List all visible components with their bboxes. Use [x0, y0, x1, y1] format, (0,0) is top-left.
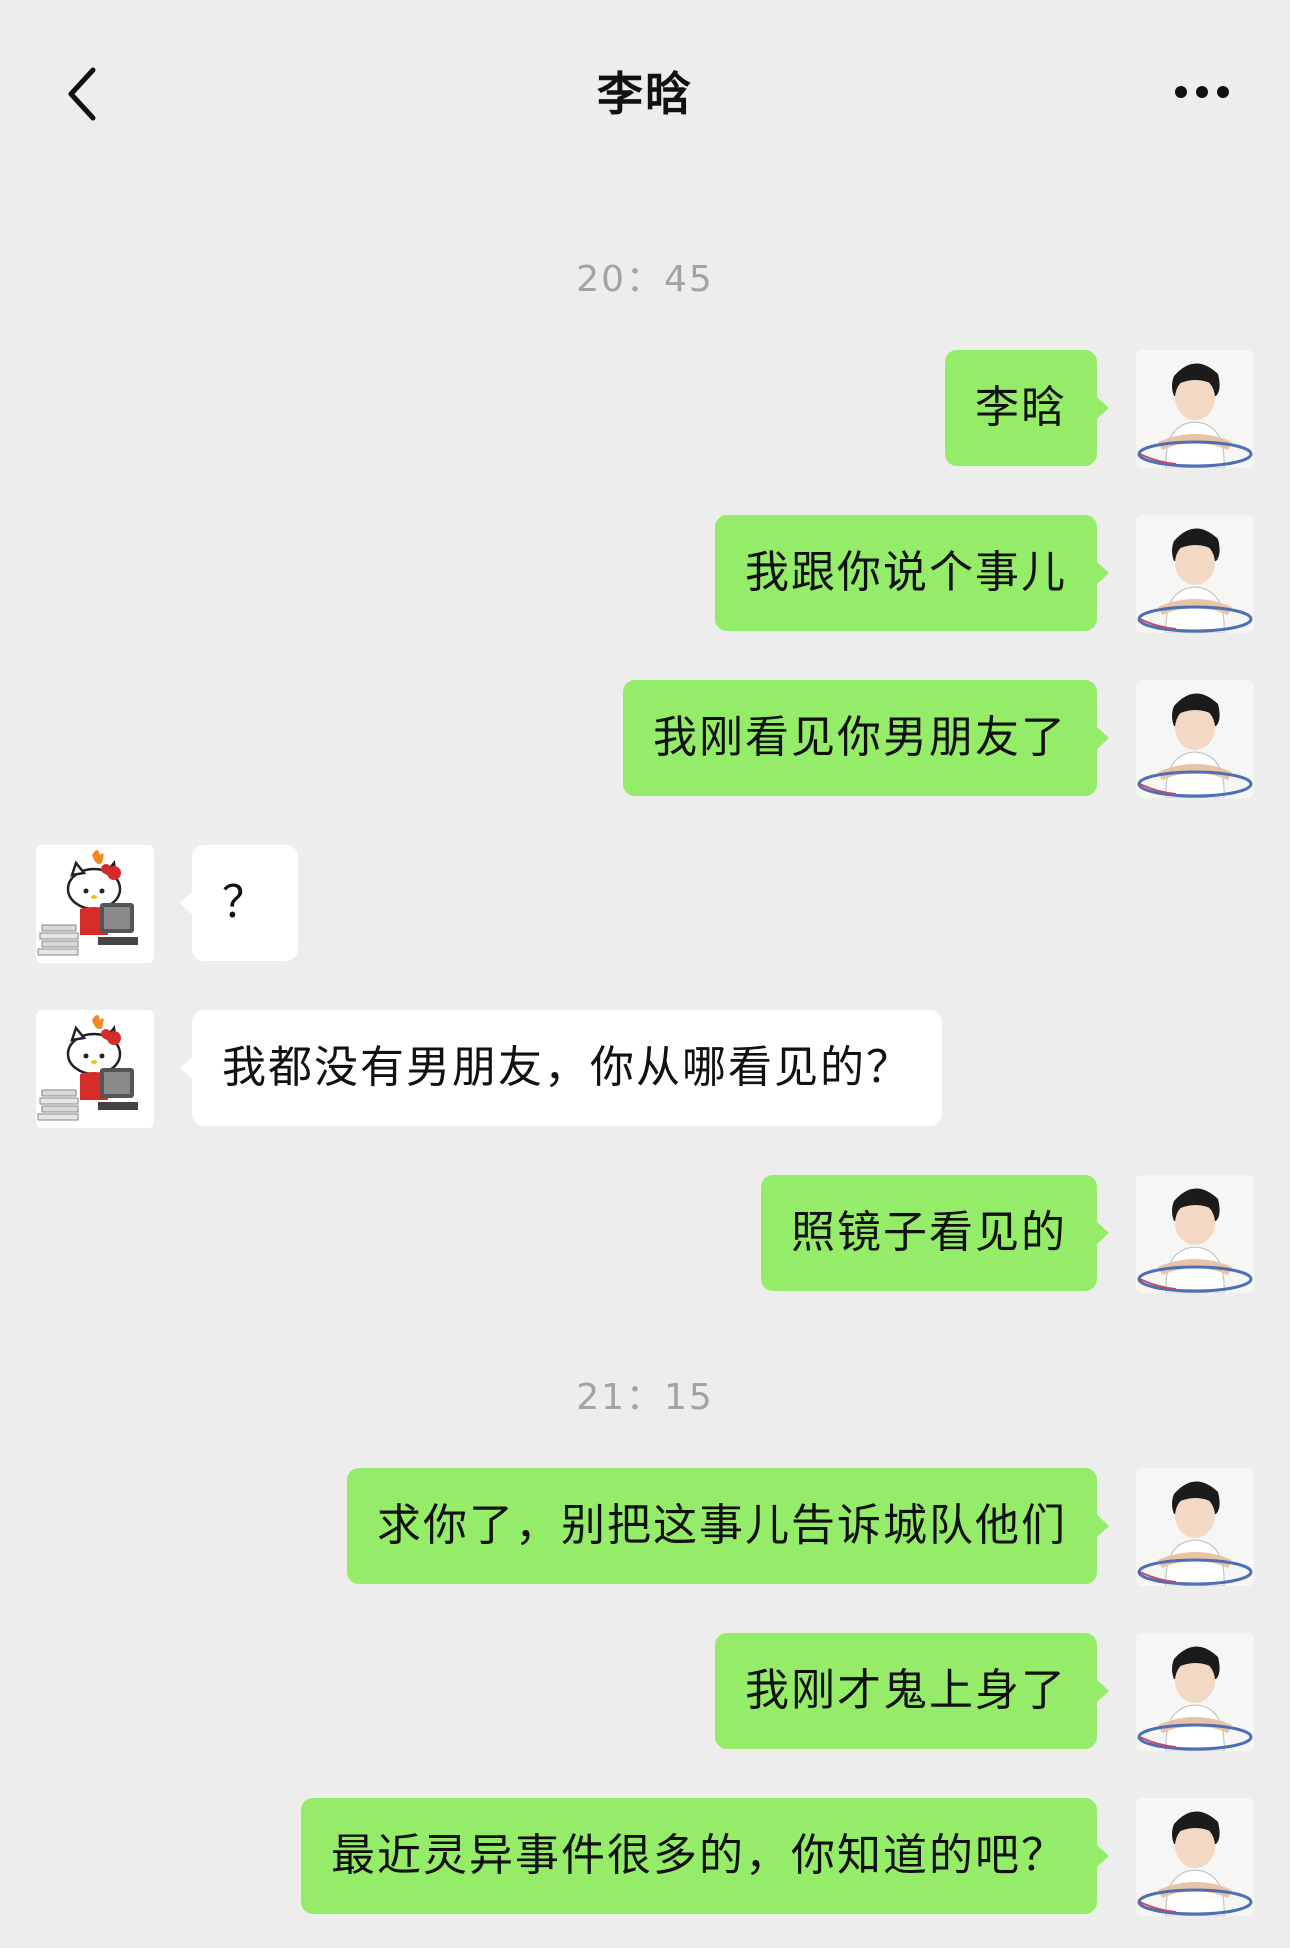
message-bubble-sent[interactable]: 最近灵异事件很多的，你知道的吧？	[301, 1798, 1109, 1914]
message-bubble-sent[interactable]: 我刚看见你男朋友了	[623, 680, 1109, 796]
my-avatar[interactable]	[1136, 1798, 1254, 1916]
message-row-sent: 照镜子看见的	[0, 1175, 1290, 1293]
contact-avatar[interactable]	[36, 1010, 154, 1128]
message-row-sent: 最近灵异事件很多的，你知道的吧？	[0, 1798, 1290, 1916]
message-bubble-sent[interactable]: 照镜子看见的	[761, 1175, 1109, 1291]
my-avatar[interactable]	[1136, 350, 1254, 468]
timestamp: 20：45	[576, 259, 714, 300]
boy-avatar-icon	[1137, 1188, 1253, 1293]
message-row-sent: 李晗	[0, 350, 1290, 468]
boy-avatar-icon	[1137, 363, 1253, 468]
message-row-sent: 我刚才鬼上身了	[0, 1633, 1290, 1751]
chat-header: 李晗	[0, 0, 1290, 190]
more-button[interactable]	[1172, 72, 1232, 112]
message-bubble-sent[interactable]: 求你了，别把这事儿告诉城队他们	[347, 1468, 1109, 1584]
boy-avatar-icon	[1137, 1811, 1253, 1916]
message-bubble-sent[interactable]: 李晗	[945, 350, 1109, 466]
my-avatar[interactable]	[1136, 1633, 1254, 1751]
my-avatar[interactable]	[1136, 1468, 1254, 1586]
timestamp: 21：15	[576, 1377, 714, 1418]
message-bubble-sent[interactable]: 我跟你说个事儿	[715, 515, 1109, 631]
message-bubble-received[interactable]: 我都没有男朋友，你从哪看见的？	[180, 1010, 942, 1126]
boy-avatar-icon	[1137, 1646, 1253, 1751]
my-avatar[interactable]	[1136, 515, 1254, 633]
my-avatar[interactable]	[1136, 1175, 1254, 1293]
message-row-received: 我都没有男朋友，你从哪看见的？	[0, 1010, 1290, 1128]
message-row-received: ？	[0, 845, 1290, 963]
hello-kitty-avatar-icon	[36, 1010, 154, 1128]
boy-avatar-icon	[1137, 693, 1253, 798]
message-bubble-received[interactable]: ？	[180, 845, 298, 961]
message-row-sent: 我跟你说个事儿	[0, 515, 1290, 633]
message-row-sent: 我刚看见你男朋友了	[0, 680, 1290, 798]
chat-title: 李晗	[597, 67, 693, 121]
message-bubble-sent[interactable]: 我刚才鬼上身了	[715, 1633, 1109, 1749]
more-dots-icon	[1175, 86, 1229, 98]
boy-avatar-icon	[1137, 1481, 1253, 1586]
message-row-sent: 求你了，别把这事儿告诉城队他们	[0, 1468, 1290, 1586]
hello-kitty-avatar-icon	[36, 845, 154, 963]
contact-avatar[interactable]	[36, 845, 154, 963]
boy-avatar-icon	[1137, 528, 1253, 633]
my-avatar[interactable]	[1136, 680, 1254, 798]
